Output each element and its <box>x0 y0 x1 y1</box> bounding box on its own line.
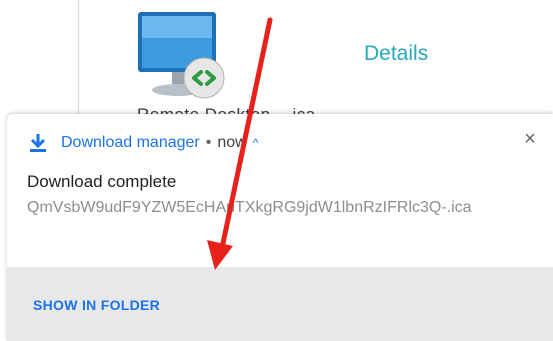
notification-title: Download complete <box>27 172 177 191</box>
close-icon[interactable]: × <box>519 128 541 150</box>
notification-header: Download manager • now ^ <box>29 132 258 154</box>
download-icon <box>30 134 46 152</box>
notification-time: now <box>217 134 247 151</box>
separator-dot: • <box>205 134 212 151</box>
app-name: Download manager <box>61 134 200 151</box>
downloaded-file-name: QmVsbW9udF9YZW5EcHAuTXkgRG9jdW1lbnRzIFRl… <box>27 199 472 216</box>
download-notification[interactable]: Download manager • now ^ × Download comp… <box>7 114 553 341</box>
notification-action-bar: SHOW IN FOLDER <box>7 267 553 341</box>
chevron-up-icon[interactable]: ^ <box>253 136 259 150</box>
remote-desktop-icon <box>138 12 225 99</box>
details-link[interactable]: Details <box>364 42 428 66</box>
show-in-folder-button[interactable]: SHOW IN FOLDER <box>33 297 160 313</box>
